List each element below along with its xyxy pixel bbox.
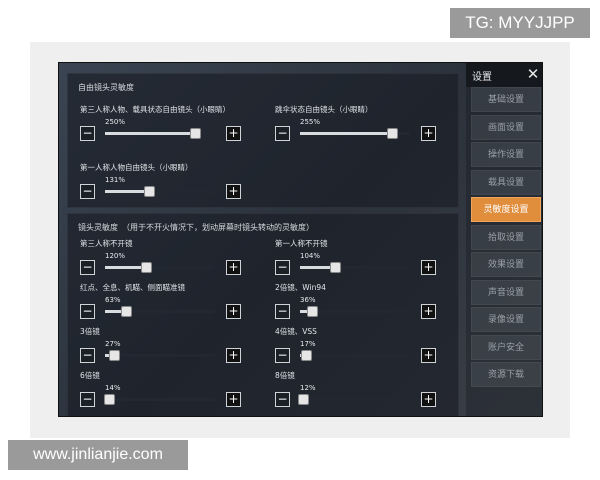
sidebar-item-9[interactable]: 账户安全 [471,334,541,360]
slider-track[interactable] [300,262,410,273]
decrease-button[interactable]: − [80,348,95,363]
slider-value: 250% [105,118,126,126]
decrease-button[interactable]: − [80,304,95,319]
slider-value: 36% [300,296,316,304]
decrease-button[interactable]: − [275,348,290,363]
telegram-watermark: TG: MYYJJPP [450,8,590,38]
slider-label: 3倍镜 [80,327,100,336]
decrease-button[interactable]: − [80,126,95,141]
increase-button[interactable]: + [226,260,241,275]
slider-track[interactable] [105,262,215,273]
sidebar-title: 设置 [472,72,492,83]
slider-track[interactable] [298,394,410,405]
slider-label: 8倍镜 [275,371,295,380]
scope-title: 镜头灵敏度 （用于不开火情况下，划动屏幕时镜头转动的灵敏度） [78,223,314,232]
slider-label: 跳伞状态自由镜头（小眼睛） [275,105,373,114]
free-look-panel: 自由镜头灵敏度 第三人称人物、载具状态自由镜头（小眼睛） − 250% + 跳伞状态自由… [67,73,459,208]
slider-value: 27% [105,340,121,348]
slider-value: 131% [105,176,126,184]
slider-track[interactable] [105,128,215,139]
sidebar-item-3[interactable]: 载具设置 [471,169,541,195]
slider-value: 12% [300,384,316,392]
decrease-button[interactable]: − [80,392,95,407]
sidebar-item-8[interactable]: 录像设置 [471,307,541,332]
slider-thumb[interactable] [144,186,155,197]
slider-fill [300,132,393,135]
decrease-button[interactable]: − [275,260,290,275]
free-look-title: 自由镜头灵敏度 [78,83,134,92]
close-icon[interactable]: ✕ [524,65,542,83]
sidebar-item-4[interactable]: 灵敏度设置 [471,197,541,222]
increase-button[interactable]: + [226,348,241,363]
increase-button[interactable]: + [421,392,436,407]
increase-button[interactable]: + [226,184,241,199]
sidebar-item-10[interactable]: 资源下载 [471,362,541,387]
slider-fill [105,132,196,135]
increase-button[interactable]: + [226,392,241,407]
slider-label: 第一人称不开镜 [275,239,328,248]
slider-thumb[interactable] [387,128,399,139]
slider-thumb[interactable] [140,262,152,273]
slider-thumb[interactable] [120,306,132,317]
slider-track[interactable] [300,306,410,317]
slider-track[interactable] [300,128,410,139]
slider-thumb[interactable] [108,350,120,361]
decrease-button[interactable]: − [80,184,95,199]
slider-track[interactable] [105,186,215,197]
slider-label: 4倍镜、VSS [275,327,317,336]
slider-thumb[interactable] [307,306,319,317]
sidebar-item-2[interactable]: 操作设置 [471,142,541,167]
slider-value: 17% [300,340,316,348]
slider-value: 63% [105,296,121,304]
increase-button[interactable]: + [421,348,436,363]
slider-thumb[interactable] [298,394,310,405]
slider-thumb[interactable] [104,394,116,405]
site-watermark: www.jinlianjie.com [8,440,188,470]
scope-panel: 镜头灵敏度 （用于不开火情况下，划动屏幕时镜头转动的灵敏度） 第三人称不开镜 − 1… [67,213,459,416]
slider-thumb[interactable] [330,262,342,273]
slider-track[interactable] [104,394,215,405]
slider-value: 255% [300,118,321,126]
slider-label: 2倍镜、Win94 [275,283,326,292]
increase-button[interactable]: + [421,126,436,141]
sidebar-header: 设置 ✕ [466,63,542,87]
sidebar-item-5[interactable]: 拾取设置 [471,224,541,250]
decrease-button[interactable]: − [80,260,95,275]
increase-button[interactable]: + [421,260,436,275]
slider-label: 第一人称人物自由镜头（小眼睛） [80,163,193,172]
decrease-button[interactable]: − [275,304,290,319]
slider-value: 120% [105,252,126,260]
slider-track[interactable] [105,306,215,317]
slider-fill [105,190,149,193]
slider-track[interactable] [105,350,215,361]
slider-label: 第三人称人物、载具状态自由镜头（小眼睛） [80,105,230,114]
slider-thumb[interactable] [190,128,202,139]
sidebar-item-7[interactable]: 声音设置 [471,279,541,305]
increase-button[interactable]: + [226,126,241,141]
decrease-button[interactable]: − [275,126,290,141]
slider-label: 6倍镜 [80,371,100,380]
slider-track[interactable] [300,350,410,361]
decrease-button[interactable]: − [275,392,290,407]
slider-value: 14% [105,384,121,392]
slider-label: 第三人称不开镜 [80,239,133,248]
slider-fill [105,266,146,269]
slider-value: 104% [300,252,321,260]
slider-label: 红点、全息、机瞄、侧面瞄准镜 [80,283,185,292]
sidebar-item-0[interactable]: 基础设置 [471,87,541,112]
sidebar-item-1[interactable]: 画面设置 [471,114,541,140]
increase-button[interactable]: + [421,304,436,319]
slider-thumb[interactable] [300,350,312,361]
increase-button[interactable]: + [226,304,241,319]
game-settings-screen: 自由镜头灵敏度 第三人称人物、载具状态自由镜头（小眼睛） − 250% + 跳伞状态自由… [58,62,543,417]
sidebar-item-6[interactable]: 效果设置 [471,252,541,277]
